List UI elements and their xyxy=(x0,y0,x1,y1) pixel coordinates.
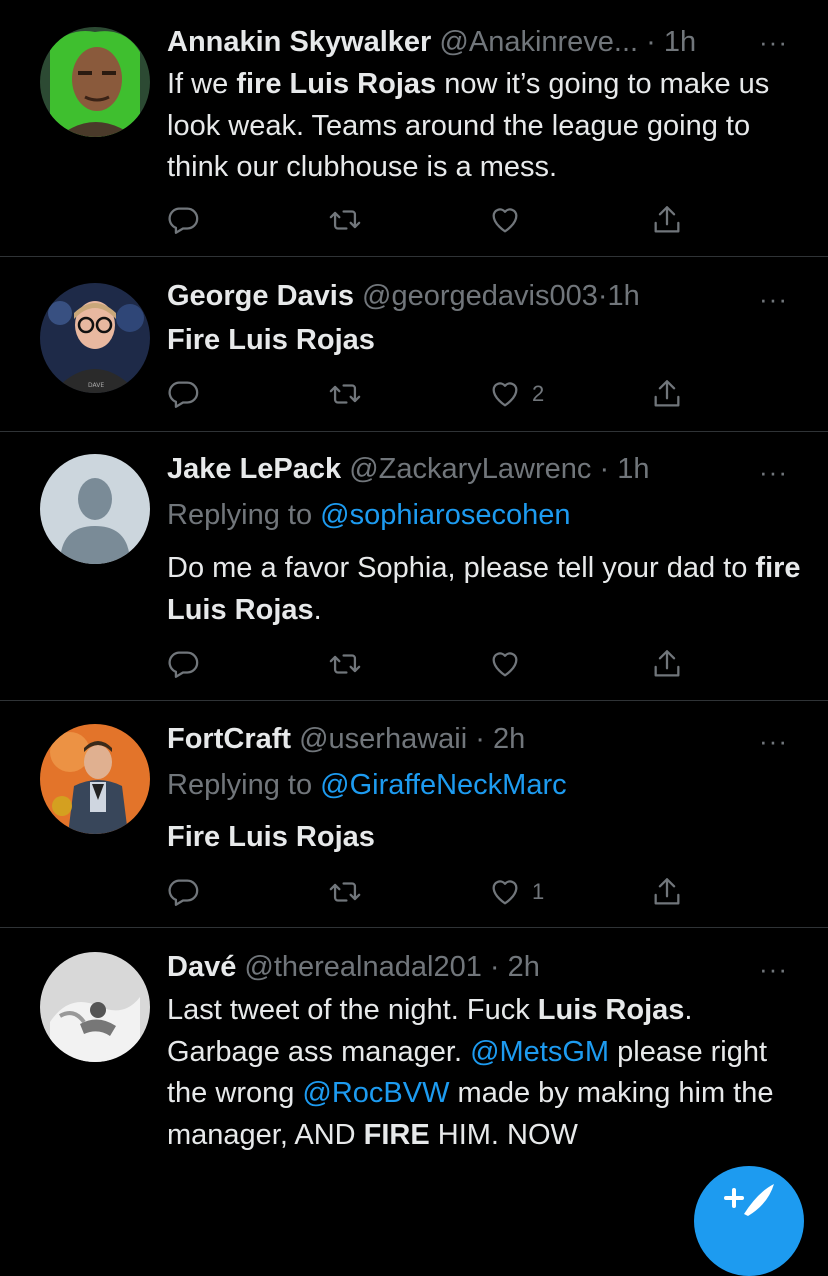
user-handle[interactable]: @Anakinreve... xyxy=(439,26,638,58)
share-button[interactable] xyxy=(650,376,684,412)
retweet-icon xyxy=(329,384,361,404)
avatar[interactable] xyxy=(40,27,150,137)
like-icon xyxy=(492,382,518,407)
tweet-header: Jake LePack @ZackaryLawrenc · 1h xyxy=(167,452,649,486)
tweet-body: Fire Luis Rojas xyxy=(167,324,375,356)
retweet-button[interactable] xyxy=(328,874,362,910)
svg-text:DAVE: DAVE xyxy=(88,382,104,389)
retweet-button[interactable] xyxy=(328,202,362,238)
replying-to: Replying to @sophiarosecohen xyxy=(167,498,570,532)
separator: · xyxy=(481,951,508,983)
like-icon xyxy=(492,208,518,233)
like-icon xyxy=(492,652,518,677)
tweet[interactable]: FortCraft @userhawaii · 2h ··· Replying … xyxy=(0,701,828,928)
retweet-button[interactable] xyxy=(328,646,362,682)
tweet-body: If we fire Luis Rojas now it’s going to … xyxy=(167,68,770,183)
like-count: 2 xyxy=(532,381,545,406)
retweet-icon xyxy=(329,882,361,902)
separator: · xyxy=(597,280,608,312)
reply-mention-link[interactable]: @GiraffeNeckMarc xyxy=(320,769,566,801)
share-icon xyxy=(654,878,680,905)
separator: · xyxy=(467,723,493,755)
avatar[interactable] xyxy=(40,724,150,834)
reply-icon xyxy=(168,651,199,678)
action-bar: 1 xyxy=(166,874,696,910)
tweet-body: Last tweet of the night. Fuck Luis Rojas… xyxy=(167,994,774,1151)
retweet-button[interactable] xyxy=(328,376,362,412)
share-icon xyxy=(654,650,680,677)
more-icon[interactable]: ··· xyxy=(759,459,788,485)
tweet-header: Davé @therealnadal201 · 2h xyxy=(167,950,540,984)
retweet-icon xyxy=(329,210,361,230)
compose-icon xyxy=(724,1184,774,1216)
retweet-icon xyxy=(329,654,361,674)
tweet-body: Do me a favor Sophia, please tell your d… xyxy=(167,552,801,626)
tweet-header: Annakin Skywalker @Anakinreve... · 1h xyxy=(167,25,696,59)
user-handle[interactable]: @therealnadal201 xyxy=(244,951,481,983)
share-button[interactable] xyxy=(650,874,684,910)
share-icon xyxy=(654,380,680,407)
tweet[interactable]: Davé @therealnadal201 · 2h ··· Last twee… xyxy=(0,928,828,1214)
reply-mention-link[interactable]: @sophiarosecohen xyxy=(320,499,570,531)
user-handle[interactable]: @georgedavis003 xyxy=(362,280,598,312)
share-icon xyxy=(654,206,680,233)
like-count: 1 xyxy=(532,879,545,904)
more-icon[interactable]: ··· xyxy=(759,286,788,312)
tweet-header: FortCraft @userhawaii · 2h xyxy=(167,722,525,756)
like-button[interactable] xyxy=(488,646,522,682)
user-handle[interactable]: @ZackaryLawrenc xyxy=(349,453,591,485)
tweet-body: Fire Luis Rojas xyxy=(167,821,375,853)
tweet-header: George Davis @georgedavis003·1h xyxy=(167,279,640,313)
timestamp[interactable]: 1h xyxy=(664,26,696,58)
avatar[interactable] xyxy=(40,952,150,1062)
timestamp[interactable]: 1h xyxy=(617,453,649,485)
like-button[interactable] xyxy=(488,202,522,238)
reply-icon xyxy=(168,381,199,408)
user-handle[interactable]: @userhawaii xyxy=(299,723,467,755)
reply-button[interactable] xyxy=(166,874,200,910)
timestamp[interactable]: 1h xyxy=(608,280,640,312)
display-name[interactable]: FortCraft xyxy=(167,723,291,755)
timestamp[interactable]: 2h xyxy=(493,723,525,755)
replying-prefix: Replying to xyxy=(167,769,313,801)
replying-prefix: Replying to xyxy=(167,499,313,531)
separator: · xyxy=(591,453,618,485)
display-name[interactable]: Davé xyxy=(167,951,236,983)
more-icon[interactable]: ··· xyxy=(759,956,788,982)
display-name[interactable]: Annakin Skywalker xyxy=(167,26,431,58)
like-button[interactable]: 1 xyxy=(488,874,544,910)
reply-icon xyxy=(168,207,199,234)
share-button[interactable] xyxy=(650,646,684,682)
action-bar xyxy=(166,646,696,682)
replying-to: Replying to @GiraffeNeckMarc xyxy=(167,768,567,802)
share-button[interactable] xyxy=(650,202,684,238)
avatar[interactable]: DAVE xyxy=(40,283,150,393)
more-icon[interactable]: ··· xyxy=(759,728,788,754)
reply-button[interactable] xyxy=(166,376,200,412)
reply-button[interactable] xyxy=(166,202,200,238)
action-bar: 2 xyxy=(166,376,696,412)
more-icon[interactable]: ··· xyxy=(759,29,788,55)
separator: · xyxy=(646,26,664,58)
compose-button[interactable] xyxy=(694,1166,804,1276)
action-bar xyxy=(166,202,696,238)
tweet[interactable]: Annakin Skywalker @Anakinreve... · 1h ··… xyxy=(0,0,828,257)
reply-icon xyxy=(168,879,199,906)
tweet[interactable]: Jake LePack @ZackaryLawrenc · 1h ··· Rep… xyxy=(0,432,828,701)
avatar[interactable] xyxy=(40,454,150,564)
like-button[interactable]: 2 xyxy=(488,376,544,412)
like-icon xyxy=(492,880,518,905)
display-name[interactable]: Jake LePack xyxy=(167,453,341,485)
tweet[interactable]: DAVE George Davis @georgedavis003·1h ···… xyxy=(0,257,828,432)
timestamp[interactable]: 2h xyxy=(508,951,540,983)
reply-button[interactable] xyxy=(166,646,200,682)
display-name[interactable]: George Davis xyxy=(167,280,354,312)
